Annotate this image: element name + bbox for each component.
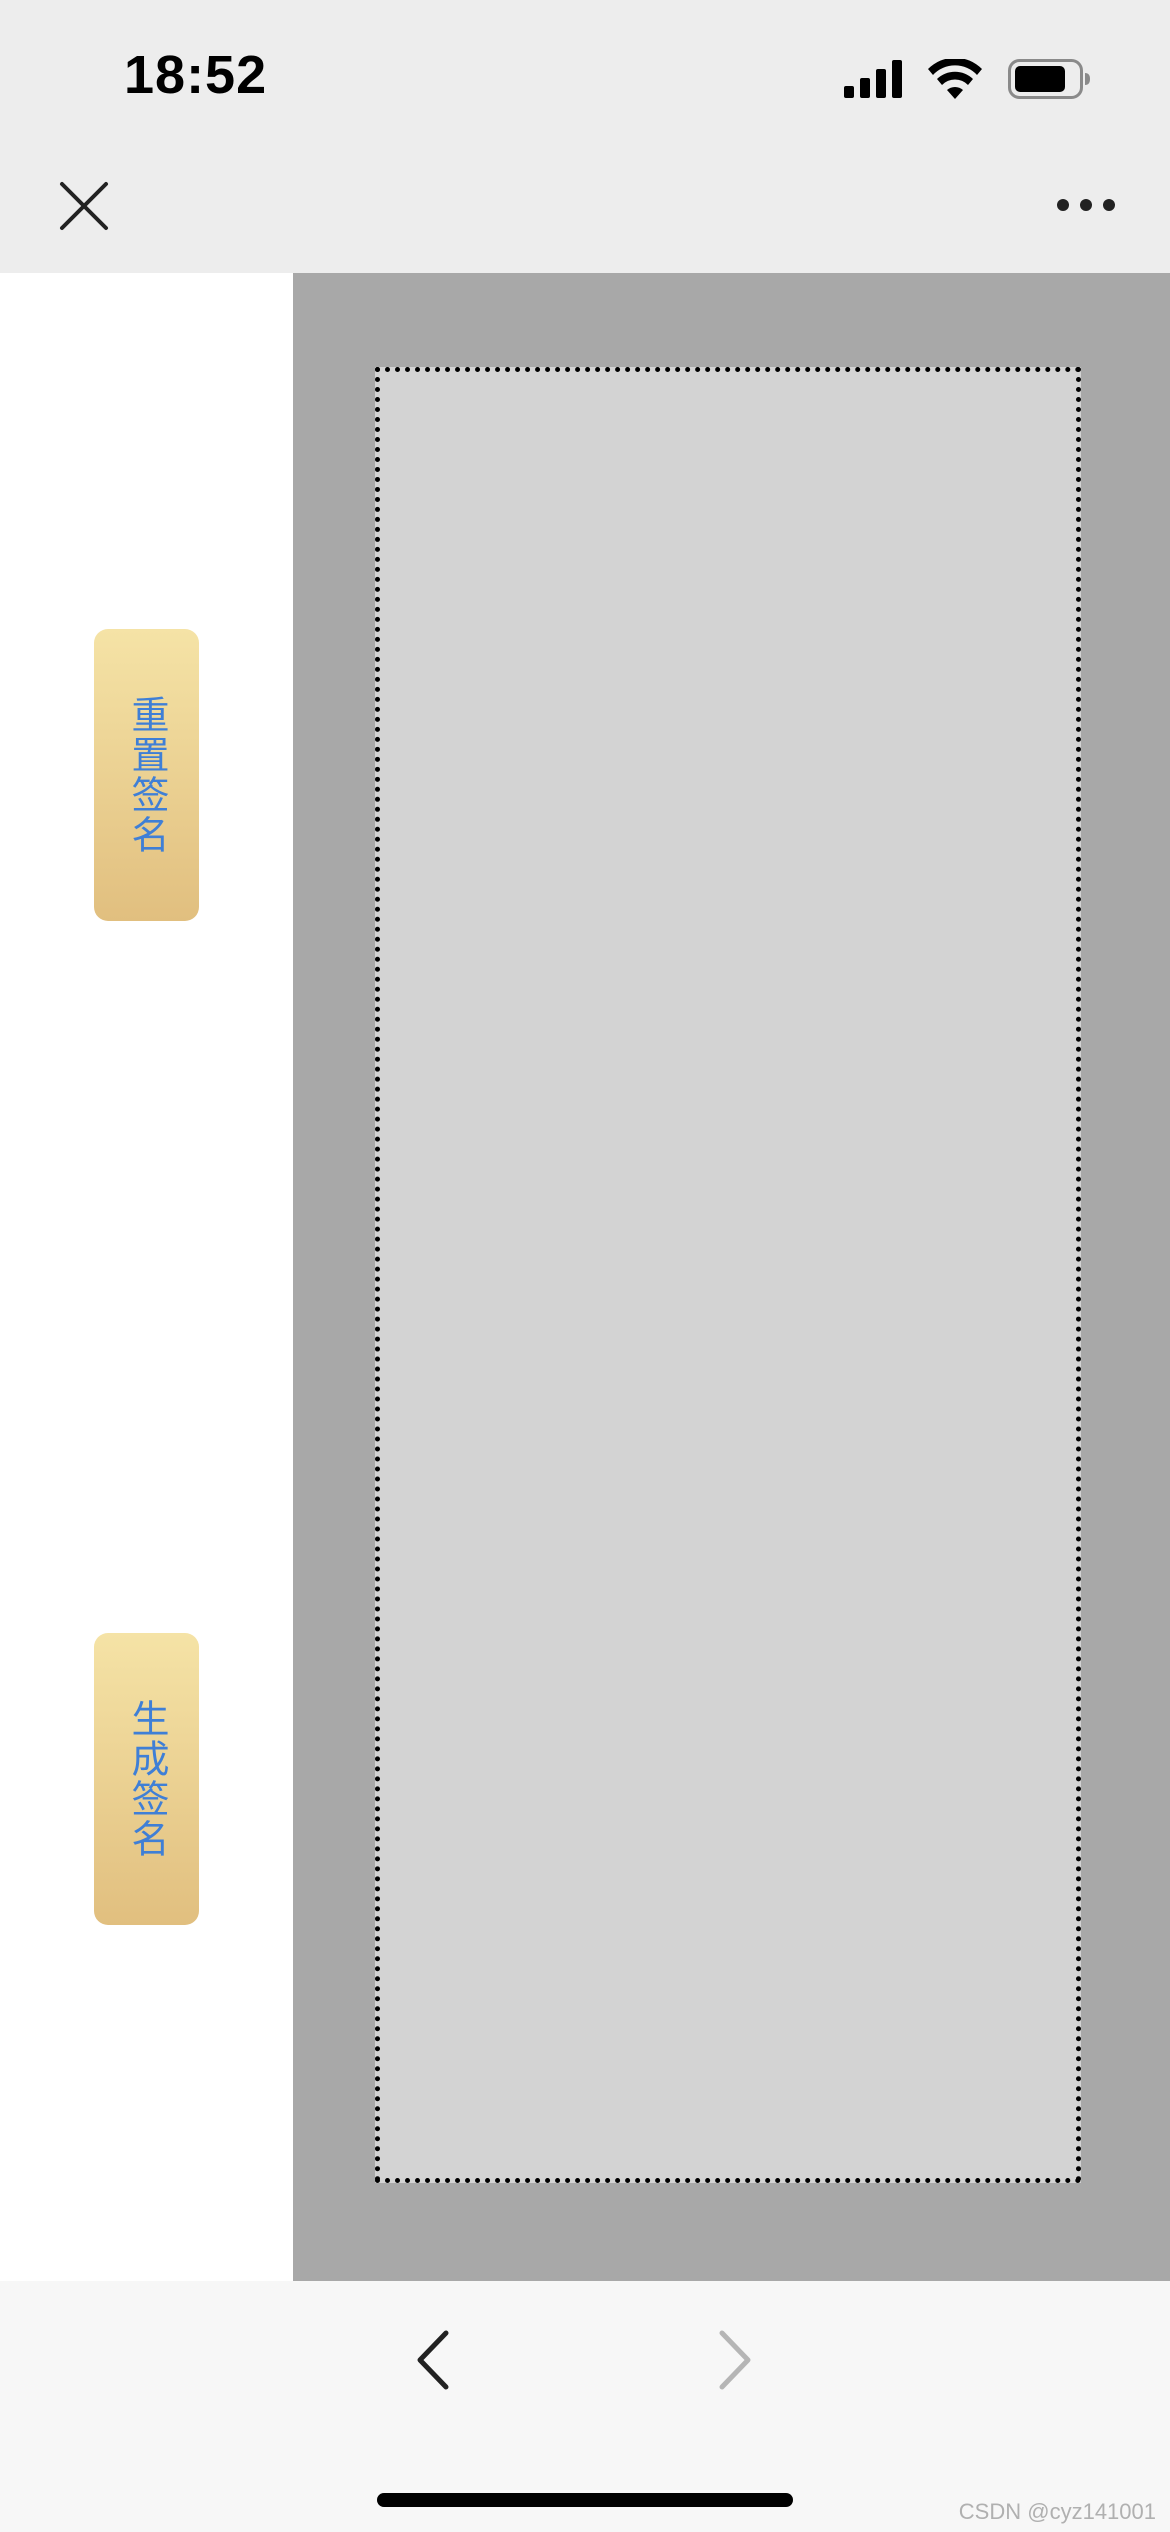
signal-icon	[844, 60, 902, 98]
reset-signature-label: 重置签名	[125, 695, 167, 855]
status-bar: 18:52	[0, 0, 1170, 150]
status-icons	[844, 54, 1090, 104]
generate-signature-label: 生成签名	[125, 1699, 167, 1859]
generate-signature-button[interactable]: 生成签名	[94, 1633, 199, 1925]
wifi-icon	[928, 59, 982, 99]
reset-signature-button[interactable]: 重置签名	[94, 629, 199, 921]
bottom-toolbar: CSDN @cyz141001	[0, 2281, 1170, 2532]
watermark: CSDN @cyz141001	[958, 2499, 1156, 2524]
signature-pad[interactable]	[375, 367, 1081, 2183]
signature-page: 重置签名 生成签名	[0, 273, 1170, 2281]
chevron-left-icon[interactable]	[408, 2325, 458, 2395]
more-icon[interactable]	[1056, 190, 1116, 220]
home-indicator	[377, 2493, 793, 2507]
chevron-right-icon	[719, 2330, 751, 2390]
nav-bar	[0, 150, 1170, 273]
signature-canvas-area	[293, 273, 1170, 2281]
battery-icon	[1008, 59, 1090, 99]
sidebar: 重置签名 生成签名	[0, 273, 293, 2281]
screen: 18:52 重置签名 生成签名 CSDN @cyz141001	[0, 0, 1170, 2532]
status-time: 18:52	[124, 45, 268, 105]
close-icon[interactable]	[56, 178, 112, 234]
